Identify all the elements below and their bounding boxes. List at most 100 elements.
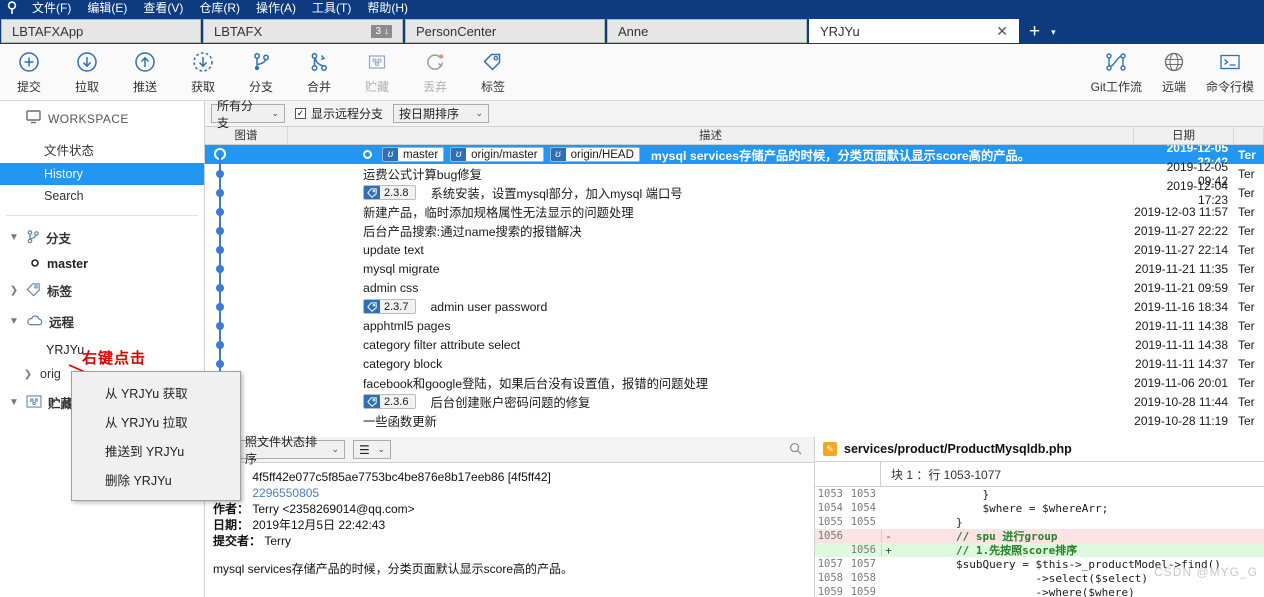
table-row[interactable]: facebook和google登陆，如果后台没有设置值，报错的问题处理 2019… bbox=[205, 373, 1264, 392]
column-header-description[interactable]: 描述 bbox=[288, 127, 1134, 145]
diff-file-header[interactable]: ✎ services/product/ProductMysqldb.php bbox=[815, 437, 1264, 462]
sidebar-item-history[interactable]: History bbox=[0, 163, 204, 185]
menu-item-help[interactable]: 帮助(H) bbox=[359, 0, 416, 16]
commit-list[interactable]: ʊ master ʊ origin/master ʊ origin/HEAD m… bbox=[205, 145, 1264, 441]
bottom-panes: 照文件状态排序 ⌄ ☰ ⌄ 提交： 4f5ff42e077c5f85ae7753… bbox=[205, 437, 1264, 597]
search-icon[interactable] bbox=[789, 442, 802, 458]
table-row[interactable]: category block 2019-11-11 14:37 Ter bbox=[205, 354, 1264, 373]
table-row[interactable]: 2.3.6 后台创建账户密码问题的修复 2019-10-28 11:44 Ter bbox=[205, 392, 1264, 411]
table-row[interactable]: 2.3.7 admin user password 2019-11-16 18:… bbox=[205, 297, 1264, 316]
column-header-date[interactable]: 日期 bbox=[1134, 127, 1234, 145]
toolbar-branch-button[interactable]: 分支 bbox=[232, 45, 290, 100]
table-row[interactable]: admin css 2019-11-21 09:59 Ter bbox=[205, 278, 1264, 297]
toolbar-remote-button[interactable]: 远端 bbox=[1152, 45, 1196, 100]
tab-personcenter[interactable]: PersonCenter bbox=[405, 19, 605, 43]
sidebar-group-remotes[interactable]: ▼ 远程 bbox=[0, 306, 204, 337]
toolbar-terminal-button[interactable]: 命令行模 bbox=[1196, 45, 1264, 100]
tab-yrjyu[interactable]: YRJYu ✕ bbox=[809, 19, 1019, 43]
tag-chip[interactable]: 2.3.8 bbox=[363, 185, 416, 200]
commit-message: 系统安装，设置mysql部分，加入mysql 端口号 bbox=[430, 184, 682, 202]
diff-line-added: 1056 + // 1.先按照score排序 bbox=[815, 543, 1264, 557]
tag-chip[interactable]: 2.3.6 bbox=[363, 394, 416, 409]
sidebar-item-search[interactable]: Search bbox=[0, 185, 204, 207]
menu-item-edit[interactable]: 编辑(E) bbox=[79, 0, 135, 16]
app-logo-icon bbox=[0, 0, 24, 16]
ref-chip-origin-head[interactable]: ʊ origin/HEAD bbox=[550, 147, 640, 162]
commit-description-cell: category filter attribute select bbox=[288, 338, 1134, 352]
detail-field-key: 提交者： bbox=[213, 534, 261, 548]
show-remote-branches-label: 显示远程分支 bbox=[311, 105, 383, 122]
diff-hunk-header: 块 1 ：行 1053-1077 bbox=[815, 462, 1264, 487]
toolbar-stash-button[interactable]: 贮藏 bbox=[348, 45, 406, 100]
show-remote-branches-checkbox[interactable]: ✓ 显示远程分支 bbox=[295, 105, 383, 122]
menu-item-tools[interactable]: 工具(T) bbox=[304, 0, 359, 16]
tab-badge-count[interactable]: 3 ↓ bbox=[371, 25, 392, 38]
toolbar-fetch-button[interactable]: 获取 bbox=[174, 45, 232, 100]
view-mode-dropdown[interactable]: ☰ ⌄ bbox=[353, 440, 391, 459]
sidebar-remote-yrjyu[interactable]: YRJYu bbox=[0, 337, 204, 361]
menu-item-view[interactable]: 查看(V) bbox=[135, 0, 191, 16]
table-row[interactable]: apphtml5 pages 2019-11-11 14:38 Ter bbox=[205, 316, 1264, 335]
table-row[interactable]: category filter attribute select 2019-11… bbox=[205, 335, 1264, 354]
toolbar-button-label: 远端 bbox=[1162, 78, 1186, 95]
commit-message: update text bbox=[363, 243, 424, 257]
ref-chip-label: origin/master bbox=[466, 149, 542, 161]
commit-date: 2019-10-28 11:19 bbox=[1134, 414, 1234, 428]
diff-sign: + bbox=[881, 544, 895, 557]
menu-item-repository[interactable]: 仓库(R) bbox=[191, 0, 248, 16]
sidebar-remote-label: orig bbox=[40, 367, 61, 381]
toolbar-pull-button[interactable]: 拉取 bbox=[58, 45, 116, 100]
context-menu-item-pull[interactable]: 从 YRJYu 拉取 bbox=[72, 407, 240, 436]
commit-graph-cell bbox=[205, 240, 288, 259]
toolbar-commit-button[interactable]: 提交 bbox=[0, 45, 58, 100]
tab-lbtafx[interactable]: LBTAFX 3 ↓ bbox=[203, 19, 403, 43]
detail-field-parent: 父级： 2296550805 bbox=[213, 485, 806, 501]
workspace-label: WORKSPACE bbox=[48, 112, 129, 126]
table-row[interactable]: mysql migrate 2019-11-21 11:35 Ter bbox=[205, 259, 1264, 278]
checkbox-box: ✓ bbox=[295, 108, 306, 119]
detail-field-value[interactable]: 2296550805 bbox=[252, 486, 319, 500]
new-tab-button[interactable]: + bbox=[1020, 22, 1049, 44]
sidebar-branch-master[interactable]: master bbox=[0, 253, 204, 275]
diff-code-body[interactable]: 1053 1053 } 1054 1054 $where = $whereArr… bbox=[815, 487, 1264, 597]
sidebar-group-tags[interactable]: ❯ 标签 bbox=[0, 275, 204, 306]
detail-field-date: 日期： 2019年12月5日 22:42:43 bbox=[213, 517, 806, 533]
diff-old-lineno: 1054 bbox=[815, 502, 848, 514]
context-menu-item-fetch[interactable]: 从 YRJYu 获取 bbox=[72, 378, 240, 407]
toolbar-merge-button[interactable]: 合并 bbox=[290, 45, 348, 100]
sidebar-item-file-status[interactable]: 文件状态 bbox=[0, 136, 204, 163]
table-row[interactable]: 新建产品，临时添加规格属性无法显示的问题处理 2019-12-03 11:57 … bbox=[205, 202, 1264, 221]
table-row[interactable]: 后台产品搜索:通过name搜索的报错解决 2019-11-27 22:22 Te… bbox=[205, 221, 1264, 240]
column-header-author[interactable] bbox=[1234, 127, 1264, 145]
tab-overflow-chevron-icon[interactable]: ▾ bbox=[1049, 27, 1065, 44]
commit-author: Ter bbox=[1234, 357, 1264, 371]
history-filter-bar: 所有分支 ⌄ ✓ 显示远程分支 按日期排序 ⌄ bbox=[205, 101, 1264, 127]
toolbar-gitflow-button[interactable]: Git工作流 bbox=[1081, 45, 1152, 100]
context-menu-item-delete[interactable]: 删除 YRJYu bbox=[72, 465, 240, 494]
table-row[interactable]: 一些函数更新 2019-10-28 11:19 Ter bbox=[205, 411, 1264, 430]
file-sort-dropdown[interactable]: 照文件状态排序 ⌄ bbox=[239, 440, 345, 459]
tag-icon bbox=[364, 299, 380, 314]
context-menu-item-push[interactable]: 推送到 YRJYu bbox=[72, 436, 240, 465]
table-row[interactable]: 运费公式计算bug修复 2019-12-05 09:42 Ter bbox=[205, 164, 1264, 183]
table-row[interactable]: update text 2019-11-27 22:14 Ter bbox=[205, 240, 1264, 259]
menu-item-file[interactable]: 文件(F) bbox=[24, 0, 79, 16]
toolbar-discard-button[interactable]: 丢弃 bbox=[406, 45, 464, 100]
tab-lbtafxapp[interactable]: LBTAFXApp bbox=[1, 19, 201, 43]
menu-item-actions[interactable]: 操作(A) bbox=[248, 0, 304, 16]
sort-mode-dropdown[interactable]: 按日期排序 ⌄ bbox=[393, 104, 489, 123]
toolbar-tag-button[interactable]: 标签 bbox=[464, 45, 522, 100]
ref-chip-origin-master[interactable]: ʊ origin/master bbox=[450, 147, 543, 162]
diff-line: 1058 1058 ->select($select) bbox=[815, 571, 1264, 585]
column-header-graph[interactable]: 图谱 bbox=[205, 127, 288, 145]
table-row[interactable]: ʊ master ʊ origin/master ʊ origin/HEAD m… bbox=[205, 145, 1264, 164]
fetch-dashed-arrow-icon bbox=[192, 49, 214, 75]
tag-chip[interactable]: 2.3.7 bbox=[363, 299, 416, 314]
branch-filter-dropdown[interactable]: 所有分支 ⌄ bbox=[211, 104, 285, 123]
table-row[interactable]: 2.3.8 系统安装，设置mysql部分，加入mysql 端口号 2019-12… bbox=[205, 183, 1264, 202]
sidebar-group-branches[interactable]: ▼ 分支 bbox=[0, 222, 204, 253]
tab-anne[interactable]: Anne bbox=[607, 19, 807, 43]
ref-chip-master[interactable]: ʊ master bbox=[382, 147, 444, 162]
toolbar-push-button[interactable]: 推送 bbox=[116, 45, 174, 100]
tab-close-icon[interactable]: ✕ bbox=[996, 24, 1008, 38]
